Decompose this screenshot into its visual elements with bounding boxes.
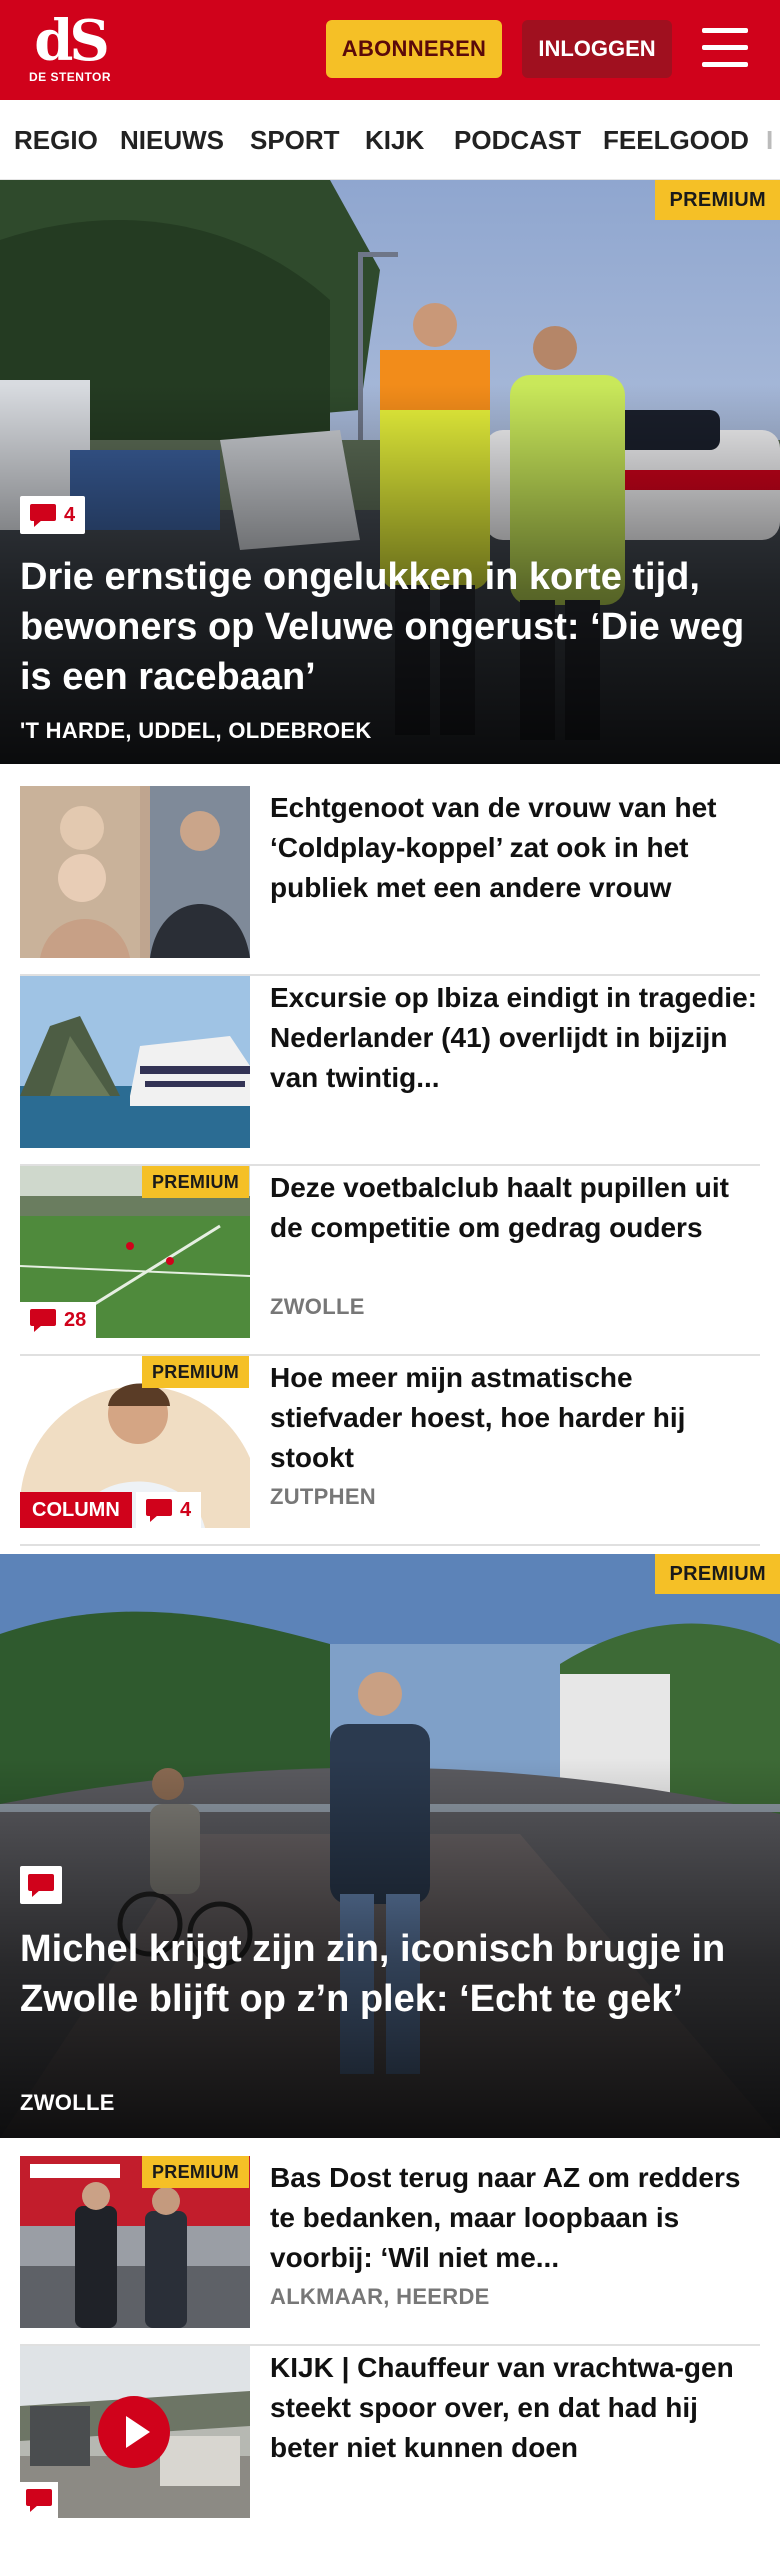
nav-item-kijk[interactable]: KIJK: [365, 100, 424, 179]
section-nav: REGIO NIEUWS SPORT KIJK PODCAST FEELGOOD…: [0, 100, 780, 180]
comment-icon: [28, 1874, 54, 1897]
comment-count: 4: [180, 1498, 192, 1521]
comment-count: 28: [64, 1308, 87, 1331]
list-item[interactable]: KIJK | Chauffeur van vrachtwa-gen steekt…: [20, 2346, 760, 2526]
premium-badge: PREMIUM: [142, 1166, 250, 1198]
article-title[interactable]: Bas Dost terug naar AZ om redders te bed…: [270, 2158, 760, 2278]
nav-item-regio[interactable]: REGIO: [14, 100, 98, 179]
column-badge: COLUMN: [20, 1492, 132, 1528]
comment-icon: [30, 504, 56, 527]
comment-count-badge[interactable]: 4: [136, 1492, 202, 1528]
comment-icon: [146, 1499, 172, 1522]
comment-count-badge[interactable]: 4: [20, 496, 86, 534]
nav-item-more[interactable]: I: [766, 100, 773, 179]
comment-icon: [26, 2489, 52, 2512]
article-thumbnail: [20, 786, 250, 958]
list-item[interactable]: PREMIUM COLUMN 4 Hoe meer mijn astmatisc…: [20, 1356, 760, 1546]
comment-badge[interactable]: [20, 1866, 62, 1904]
article-title[interactable]: Deze voetbalclub haalt pupillen uit de c…: [270, 1168, 760, 1248]
premium-badge: PREMIUM: [142, 2156, 250, 2188]
premium-badge: PREMIUM: [655, 180, 780, 220]
logo-mark: dS: [34, 8, 110, 74]
hero-article-1[interactable]: PREMIUM 4 Drie ernstige ongelukken in ko…: [0, 180, 780, 764]
comment-badge[interactable]: [20, 2482, 58, 2518]
menu-icon[interactable]: [700, 24, 750, 72]
subscribe-button[interactable]: ABONNEREN: [326, 20, 502, 78]
article-title[interactable]: KIJK | Chauffeur van vrachtwa-gen steekt…: [270, 2348, 760, 2468]
article-title[interactable]: Hoe meer mijn astmatische stiefvader hoe…: [270, 1358, 760, 1478]
site-logo[interactable]: dS DE STENTOR: [28, 12, 112, 92]
list-item[interactable]: Echtgenoot van de vrouw van het ‘Coldpla…: [20, 786, 760, 976]
nav-item-sport[interactable]: SPORT: [250, 100, 340, 179]
hero-location: ZWOLLE: [20, 2090, 115, 2115]
nav-item-podcast[interactable]: PODCAST: [454, 100, 581, 179]
comment-count-badge[interactable]: 28: [20, 1302, 97, 1338]
hero-headline[interactable]: Michel krijgt zijn zin, iconisch brugje …: [20, 1924, 760, 2024]
hero-headline[interactable]: Drie ernstige ongelukken in korte tijd, …: [20, 552, 760, 702]
premium-badge: PREMIUM: [655, 1554, 780, 1594]
hero-location: 'T HARDE, UDDEL, OLDEBROEK: [20, 718, 372, 743]
premium-badge: PREMIUM: [142, 1356, 250, 1388]
hero-article-2[interactable]: PREMIUM Michel krijgt zijn zin, iconisch…: [0, 1554, 780, 2138]
list-item[interactable]: Excursie op Ibiza eindigt in tragedie: N…: [20, 976, 760, 1166]
list-item[interactable]: PREMIUM Bas Dost terug naar AZ om redder…: [20, 2156, 760, 2346]
logo-name: DE STENTOR: [28, 70, 112, 84]
comment-icon: [30, 1309, 56, 1332]
article-location: ZWOLLE: [270, 1294, 365, 1319]
article-location: ZUTPHEN: [270, 1484, 376, 1509]
article-thumbnail: [20, 976, 250, 1148]
play-video-icon[interactable]: [98, 2396, 170, 2468]
login-button[interactable]: INLOGGEN: [522, 20, 672, 78]
nav-item-feelgood[interactable]: FEELGOOD: [603, 100, 749, 179]
nav-item-nieuws[interactable]: NIEUWS: [120, 100, 224, 179]
site-header: dS DE STENTOR ABONNEREN INLOGGEN: [0, 0, 780, 100]
list-item[interactable]: PREMIUM 28 Deze voetbalclub haalt pupill…: [20, 1166, 760, 1356]
article-title[interactable]: Echtgenoot van de vrouw van het ‘Coldpla…: [270, 788, 760, 908]
comment-count: 4: [64, 503, 76, 526]
article-title[interactable]: Excursie op Ibiza eindigt in tragedie: N…: [270, 978, 760, 1098]
article-location: ALKMAAR, HEERDE: [270, 2284, 490, 2309]
